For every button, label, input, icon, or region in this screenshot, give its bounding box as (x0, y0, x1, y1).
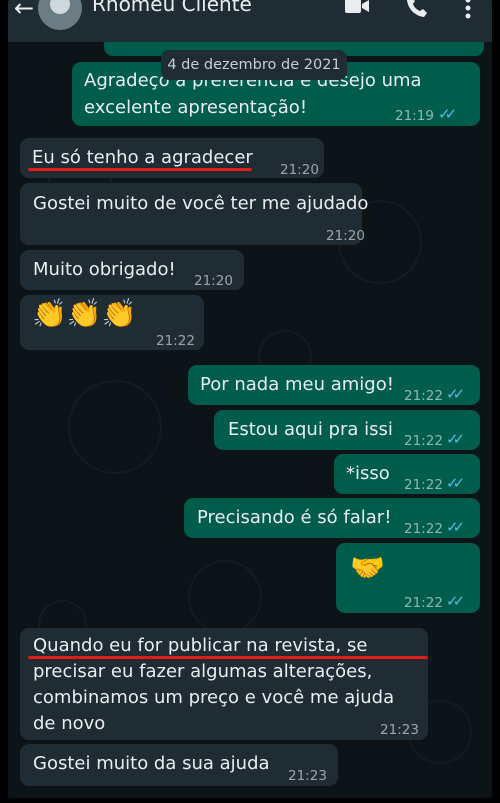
handshake-icon: 🤝 (350, 551, 385, 584)
message-text: Gostei muito da sua ajuda (33, 753, 270, 774)
message-bubble-incoming[interactable]: Gostei muito da sua ajuda 21:23 (20, 744, 338, 786)
highlight-underline (28, 168, 252, 171)
read-ticks-icon: ✓✓ (446, 518, 465, 536)
avatar[interactable] (38, 0, 82, 30)
back-arrow-icon[interactable]: ← (14, 0, 34, 22)
video-call-icon[interactable] (344, 0, 370, 20)
message-bubble-outgoing[interactable]: Precisando é só falar! 21:22 ✓✓ (184, 498, 480, 538)
message-text: Muito obrigado! (33, 259, 176, 280)
message-text: Eu só tenho a agradecer (32, 147, 253, 168)
message-time: 21:22 (404, 521, 443, 537)
read-ticks-icon: ✓✓ (446, 430, 465, 448)
message-text: Precisando é só falar! (197, 507, 392, 528)
read-ticks-icon: ✓✓ (446, 385, 465, 403)
message-bubble-incoming[interactable]: Eu só tenho a agradecer 21:20 (20, 138, 324, 178)
message-time: 21:22 (404, 595, 443, 611)
highlight-underline (28, 656, 428, 659)
read-ticks-icon: ✓✓ (446, 474, 465, 492)
message-bubble-incoming[interactable]: Quando eu for publicar na revista, se pr… (20, 628, 428, 740)
message-time: 21:19 (395, 108, 434, 124)
message-text: *isso (346, 463, 390, 484)
message-time: 21:20 (280, 162, 319, 178)
message-bubble-outgoing[interactable]: 🤝 21:22 ✓✓ (336, 543, 480, 613)
message-bubble-outgoing[interactable]: Estou aqui pra issi 21:22 ✓✓ (214, 410, 480, 450)
message-time: 21:20 (194, 273, 233, 289)
kebab-menu-icon[interactable] (464, 0, 472, 24)
message-time: 21:22 (404, 433, 443, 449)
message-text: Quando eu for publicar na revista, se pr… (33, 635, 395, 734)
message-time: 21:20 (326, 228, 365, 244)
message-time: 21:22 (156, 333, 195, 349)
message-bubble-outgoing[interactable]: *isso 21:22 ✓✓ (334, 454, 480, 494)
message-time: 21:23 (380, 722, 419, 738)
read-ticks-icon: ✓✓ (446, 592, 465, 610)
message-bubble-incoming[interactable]: 👏👏👏 21:22 (20, 295, 204, 350)
message-time: 21:22 (404, 477, 443, 493)
chat-screen: ← Rhomeu Cliente 4 de dezembro de 2021 A… (8, 0, 492, 798)
clapping-hands-icon: 👏👏👏 (32, 297, 137, 330)
message-text: Por nada meu amigo! (200, 374, 394, 395)
chat-header: ← Rhomeu Cliente (8, 0, 492, 42)
read-ticks-icon: ✓✓ (438, 105, 457, 123)
message-time: 21:22 (404, 388, 443, 404)
message-bubble-outgoing[interactable]: Por nada meu amigo! 21:22 ✓✓ (188, 365, 480, 405)
message-text: Gostei muito de você ter me ajudado (33, 193, 369, 214)
message-text: Estou aqui pra issi (228, 419, 393, 440)
date-divider: 4 de dezembro de 2021 (161, 50, 347, 80)
contact-name[interactable]: Rhomeu Cliente (92, 0, 252, 16)
message-bubble-incoming[interactable]: Gostei muito de você ter me ajudado 21:2… (20, 183, 368, 245)
message-time: 21:23 (288, 768, 327, 784)
phone-icon[interactable] (406, 0, 428, 22)
message-bubble-incoming[interactable]: Muito obrigado! 21:20 (20, 250, 244, 290)
